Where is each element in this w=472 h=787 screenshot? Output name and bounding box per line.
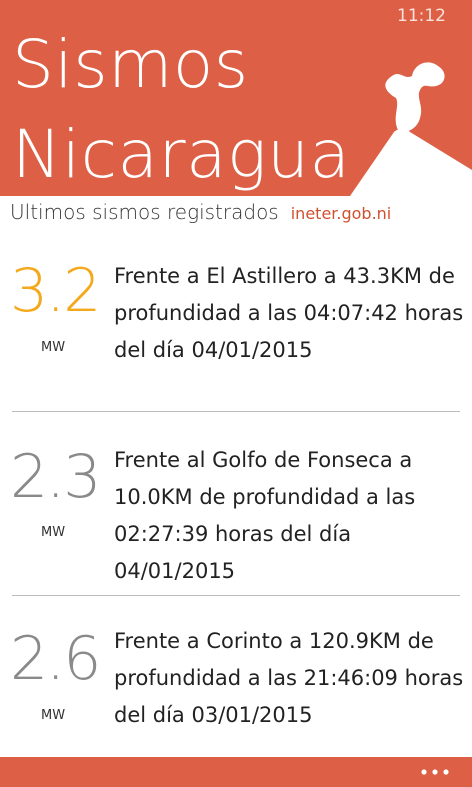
app-title-line-1: Sismos: [12, 26, 249, 103]
app-title-line-2: Nicaragua: [12, 116, 351, 193]
quake-description: Frente al Golfo de Fonseca a 10.0KM de p…: [114, 448, 416, 583]
app-header: 11:12 Sismos Nicaragua: [0, 0, 472, 196]
quake-description: Frente a Corinto a 120.9KM de profundida…: [114, 629, 464, 727]
magnitude-value: 3.2: [10, 256, 101, 326]
source-link[interactable]: ineter.gob.ni: [291, 204, 392, 223]
app-bar: [0, 757, 472, 787]
magnitude-value: 2.3: [10, 442, 101, 512]
magnitude-unit: MW: [41, 340, 66, 355]
divider: [12, 595, 460, 596]
subheader: Ultimos sismos registrados ineter.gob.ni: [10, 200, 391, 232]
quake-description: Frente a El Astillero a 43.3KM de profun…: [114, 264, 464, 362]
magnitude-value: 2.6: [10, 624, 101, 694]
app-title: Sismos Nicaragua: [12, 20, 350, 196]
magnitude-unit: MW: [41, 708, 66, 723]
status-bar-time: 11:12: [397, 6, 446, 26]
ellipsis-icon[interactable]: [418, 763, 452, 781]
divider: [12, 411, 460, 412]
volcano-icon: [350, 62, 472, 196]
magnitude-unit: MW: [41, 525, 66, 540]
subtitle: Ultimos sismos registrados: [10, 200, 279, 224]
